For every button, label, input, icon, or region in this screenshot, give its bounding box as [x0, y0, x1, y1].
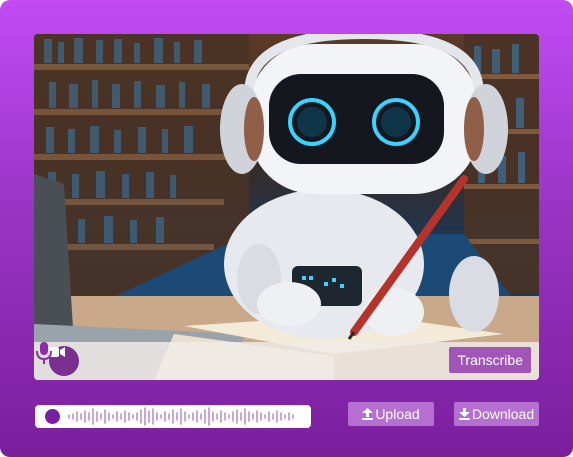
microphone-icon[interactable] — [34, 342, 54, 364]
upload-icon — [362, 408, 374, 420]
upload-button[interactable]: Upload — [348, 402, 434, 426]
transcriber-card: Transcribe Upload Download — [0, 0, 573, 457]
transcribe-button[interactable]: Transcribe — [449, 347, 531, 373]
download-icon — [458, 408, 470, 420]
download-label: Download — [471, 406, 535, 422]
waveform-icon — [68, 407, 294, 426]
audio-player[interactable] — [35, 405, 311, 428]
media-control-bar: Transcribe — [34, 342, 539, 380]
record-dot-icon[interactable] — [45, 409, 60, 424]
download-button[interactable]: Download — [454, 402, 539, 426]
robot-scene-image: Transcribe — [34, 34, 539, 380]
upload-label: Upload — [375, 406, 420, 422]
